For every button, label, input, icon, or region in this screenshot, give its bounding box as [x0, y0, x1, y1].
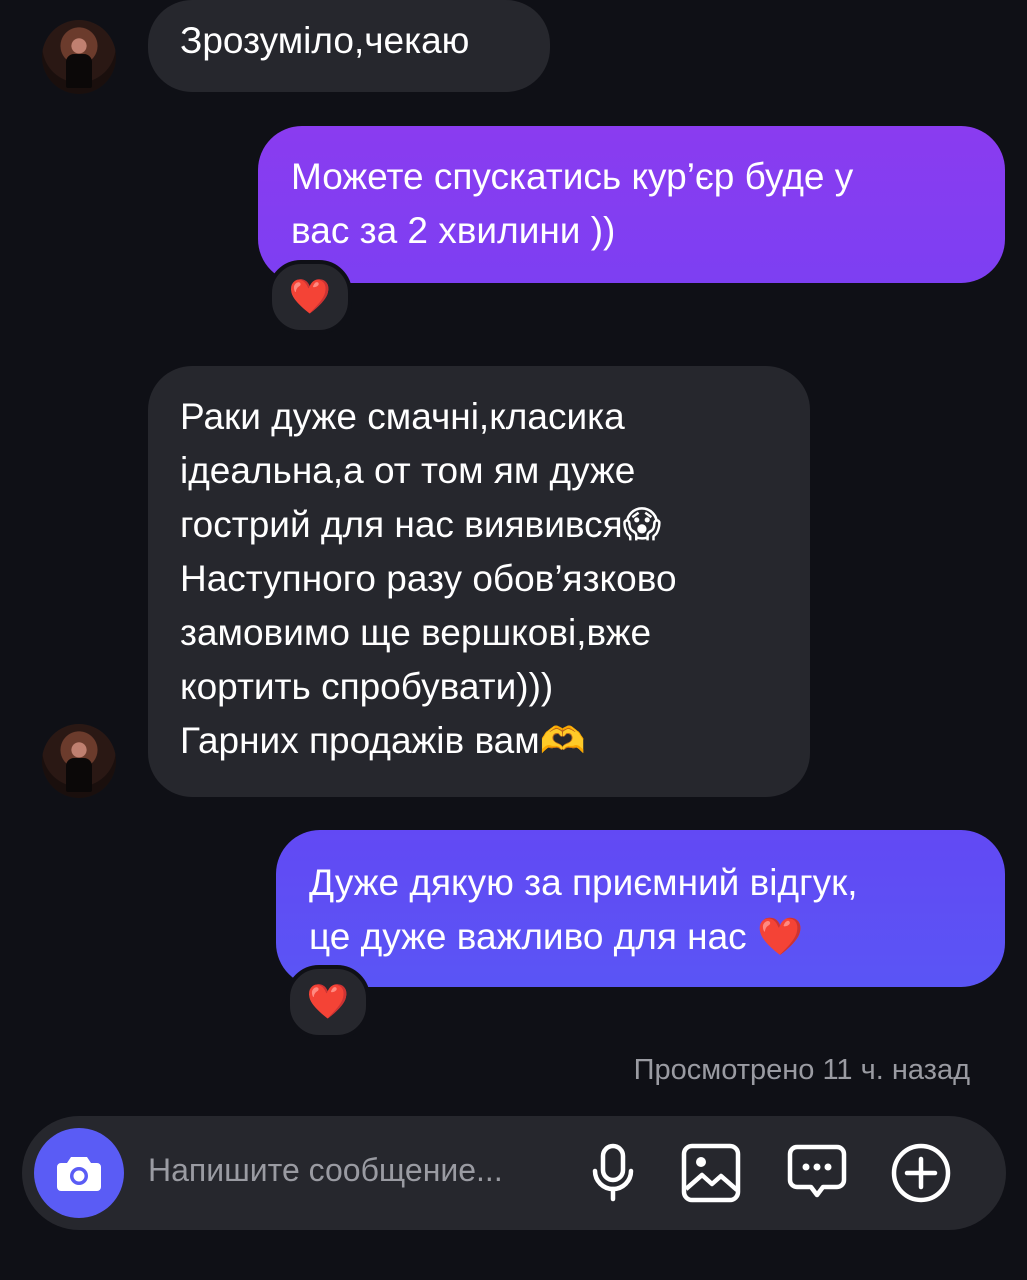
- message-bubble-incoming[interactable]: Зрозуміло,чекаю: [148, 0, 550, 92]
- heart-icon: ❤️: [288, 278, 332, 316]
- message-composer[interactable]: Напишите сообщение...: [22, 1116, 1006, 1230]
- microphone-icon: [592, 1143, 634, 1202]
- seen-status: Просмотрено 11 ч. назад: [633, 1054, 970, 1086]
- camera-icon: [57, 1157, 101, 1191]
- contact-avatar[interactable]: [42, 724, 116, 798]
- gallery-button[interactable]: [678, 1140, 744, 1206]
- microphone-button[interactable]: [580, 1140, 646, 1206]
- heart-icon: ❤️: [306, 983, 350, 1021]
- heart-reaction[interactable]: ❤️: [268, 260, 352, 334]
- image-icon: [681, 1143, 741, 1203]
- message-text: Зрозуміло,чекаю: [180, 20, 470, 61]
- message-bubble-outgoing[interactable]: Дуже дякую за приємний відгук, це дуже в…: [276, 830, 1005, 987]
- message-bubble-outgoing[interactable]: Можете спускатись кур’єр буде у вас за 2…: [258, 126, 1005, 283]
- message-input[interactable]: Напишите сообщение...: [148, 1152, 503, 1189]
- message-text: Раки дуже смачні,класика ідеальна,а от т…: [180, 396, 677, 761]
- message-text: Дуже дякую за приємний відгук, це дуже в…: [309, 862, 858, 957]
- plus-circle-icon: [891, 1143, 951, 1203]
- message-bubble-incoming[interactable]: Раки дуже смачні,класика ідеальна,а от т…: [148, 366, 810, 797]
- more-button[interactable]: [888, 1140, 954, 1206]
- chat-bubble-icon: [787, 1144, 847, 1198]
- sticker-button[interactable]: [784, 1140, 850, 1206]
- heart-reaction[interactable]: ❤️: [286, 965, 370, 1039]
- contact-avatar[interactable]: [42, 20, 116, 94]
- message-text: Можете спускатись кур’єр буде у вас за 2…: [291, 156, 854, 251]
- camera-button[interactable]: [34, 1128, 124, 1218]
